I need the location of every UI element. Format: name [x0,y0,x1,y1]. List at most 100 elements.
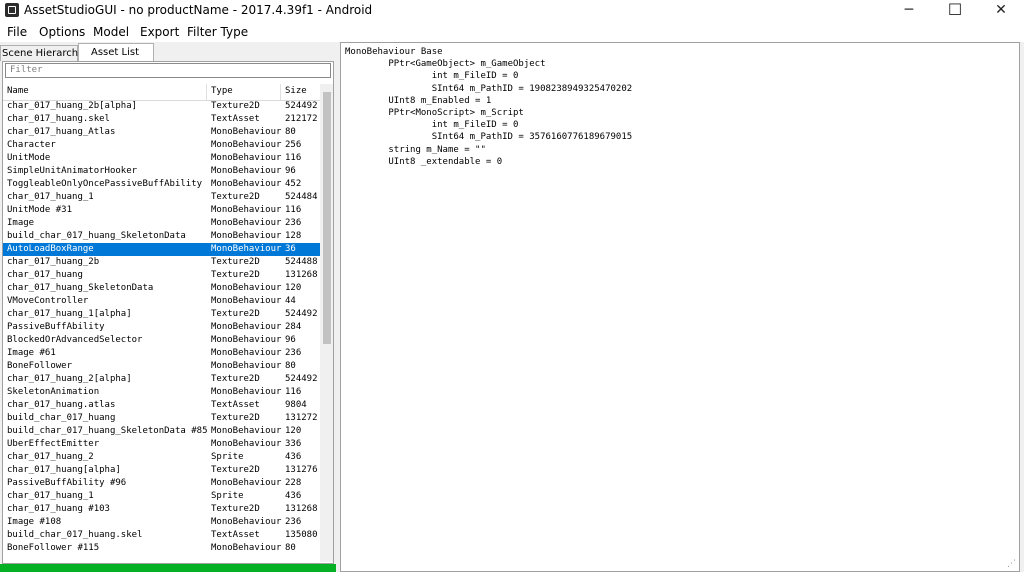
filter-input[interactable]: Filter [5,63,331,78]
cell-name: PassiveBuffAbility #96 [7,478,127,488]
table-row[interactable]: build_char_017_huang Texture2D 131272 [3,412,320,425]
cell-size: 131268 [285,270,318,280]
cell-type: MonoBehaviour [211,231,282,241]
table-row[interactable]: UberEffectEmitter MonoBehaviour 336 [3,438,320,451]
cell-name: BoneFollower #115 [7,543,100,553]
cell-size: 336 [285,439,302,449]
table-row[interactable]: char_017_huang_2b Texture2D 524488 [3,256,320,269]
cell-type: Texture2D [211,192,260,202]
progress-fill [0,564,336,572]
cell-name: UberEffectEmitter [7,439,100,449]
table-row[interactable]: UnitMode #31 MonoBehaviour 116 [3,204,320,217]
table-row[interactable]: build_char_017_huang.skel TextAsset 135080 [3,529,320,542]
table-row[interactable]: char_017_huang Texture2D 131268 [3,269,320,282]
table-row[interactable]: char_017_huang[alpha] Texture2D 131276 [3,464,320,477]
cell-size: 131276 [285,465,318,475]
dump-view[interactable]: MonoBehaviour Base PPtr<GameObject> m_Ga… [340,42,1020,572]
table-row[interactable]: char_017_huang_2 Sprite 436 [3,451,320,464]
list-header: Name Type Size [3,84,320,101]
resize-grip-icon[interactable]: ⋰ [1007,559,1017,569]
cell-name: char_017_huang_2 [7,452,94,462]
tab-asset-list[interactable]: Asset List [78,43,154,62]
menu-filter-type[interactable]: Filter Type [187,25,248,39]
table-row[interactable]: BlockedOrAdvancedSelector MonoBehaviour 96 [3,334,320,347]
column-separator[interactable] [206,84,207,100]
menu-model[interactable]: Model [93,25,129,39]
cell-name: build_char_017_huang_SkeletonData #85 [7,426,207,436]
menu-options[interactable]: Options [39,25,85,39]
cell-name: char_017_huang.atlas [7,400,116,410]
cell-size: 96 [285,166,296,176]
cell-size: 236 [285,348,302,358]
table-row[interactable]: build_char_017_huang_SkeletonData #85 Mon… [3,425,320,438]
cell-name: UnitMode [7,153,51,163]
table-row[interactable]: VMoveController MonoBehaviour 44 [3,295,320,308]
cell-name: VMoveController [7,296,89,306]
menu-bar: File Options Model Export Filter Type [0,22,1024,42]
cell-size: 9804 [285,400,307,410]
cell-type: MonoBehaviour [211,153,282,163]
cell-size: 436 [285,452,302,462]
table-row[interactable]: SimpleUnitAnimatorHooker MonoBehaviour 96 [3,165,320,178]
table-row[interactable]: AutoLoadBoxRange MonoBehaviour 36 [3,243,320,256]
table-row[interactable]: ToggleableOnlyOncePassiveBuffAbility Mono… [3,178,320,191]
cell-name: build_char_017_huang_SkeletonData [7,231,186,241]
vertical-scrollbar[interactable] [320,84,333,562]
cell-type: Sprite [211,491,244,501]
cell-type: MonoBehaviour [211,218,282,228]
table-row[interactable]: char_017_huang.skel TextAsset 212172 [3,113,320,126]
table-row[interactable]: char_017_huang #103 Texture2D 131268 [3,503,320,516]
table-row[interactable]: char_017_huang_SkeletonData MonoBehaviour… [3,282,320,295]
cell-type: Texture2D [211,257,260,267]
table-row[interactable]: BoneFollower MonoBehaviour 80 [3,360,320,373]
cell-name: BlockedOrAdvancedSelector [7,335,143,345]
column-header-name[interactable]: Name [7,86,29,96]
scrollbar-thumb[interactable] [323,92,331,344]
cell-size: 116 [285,153,302,163]
table-row[interactable]: char_017_huang_1 Sprite 436 [3,490,320,503]
cell-name: char_017_huang_2b[alpha] [7,101,138,111]
cell-name: AutoLoadBoxRange [7,244,94,254]
cell-size: 120 [285,426,302,436]
left-panel: Scene Hierarchy Asset List Filter Name T… [0,42,336,572]
table-row[interactable]: Image #61 MonoBehaviour 236 [3,347,320,360]
cell-size: 131268 [285,504,318,514]
table-row[interactable]: char_017_huang_2b[alpha] Texture2D 524492 [3,100,320,113]
close-button[interactable]: ✕ [978,0,1024,22]
maximize-button[interactable]: ☐ [932,0,978,22]
table-row[interactable]: char_017_huang_2[alpha] Texture2D 524492 [3,373,320,386]
table-row[interactable]: Image #108 MonoBehaviour 236 [3,516,320,529]
dump-text: MonoBehaviour Base PPtr<GameObject> m_Ga… [345,47,633,167]
table-row[interactable]: Image MonoBehaviour 236 [3,217,320,230]
menu-export[interactable]: Export [140,25,179,39]
table-row[interactable]: PassiveBuffAbility #96 MonoBehaviour 228 [3,477,320,490]
cell-size: 80 [285,127,296,137]
column-header-size[interactable]: Size [285,86,307,96]
table-row[interactable]: SkeletonAnimation MonoBehaviour 116 [3,386,320,399]
column-header-type[interactable]: Type [211,86,233,96]
table-row[interactable]: build_char_017_huang_SkeletonData MonoBeh… [3,230,320,243]
table-row[interactable]: char_017_huang_1[alpha] Texture2D 524492 [3,308,320,321]
cell-type: MonoBehaviour [211,543,282,553]
table-row[interactable]: char_017_huang_1 Texture2D 524484 [3,191,320,204]
cell-size: 212172 [285,114,318,124]
cell-type: Texture2D [211,270,260,280]
column-separator[interactable] [280,84,281,100]
cell-type: MonoBehaviour [211,335,282,345]
cell-name: char_017_huang_SkeletonData [7,283,154,293]
cell-size: 80 [285,361,296,371]
menu-file[interactable]: File [7,25,27,39]
table-row[interactable]: PassiveBuffAbility MonoBehaviour 284 [3,321,320,334]
table-row[interactable]: BoneFollower #115 MonoBehaviour 80 [3,542,320,555]
table-row[interactable]: Character MonoBehaviour 256 [3,139,320,152]
cell-name: Image [7,218,35,228]
cell-type: MonoBehaviour [211,179,282,189]
tab-scene-hierarchy[interactable]: Scene Hierarchy [0,45,84,61]
minimize-button[interactable]: ─ [886,0,932,22]
cell-name: SkeletonAnimation [7,387,100,397]
cell-size: 135080 [285,530,318,540]
cell-name: Image #61 [7,348,56,358]
table-row[interactable]: char_017_huang.atlas TextAsset 9804 [3,399,320,412]
table-row[interactable]: char_017_huang_Atlas MonoBehaviour 80 [3,126,320,139]
table-row[interactable]: UnitMode MonoBehaviour 116 [3,152,320,165]
